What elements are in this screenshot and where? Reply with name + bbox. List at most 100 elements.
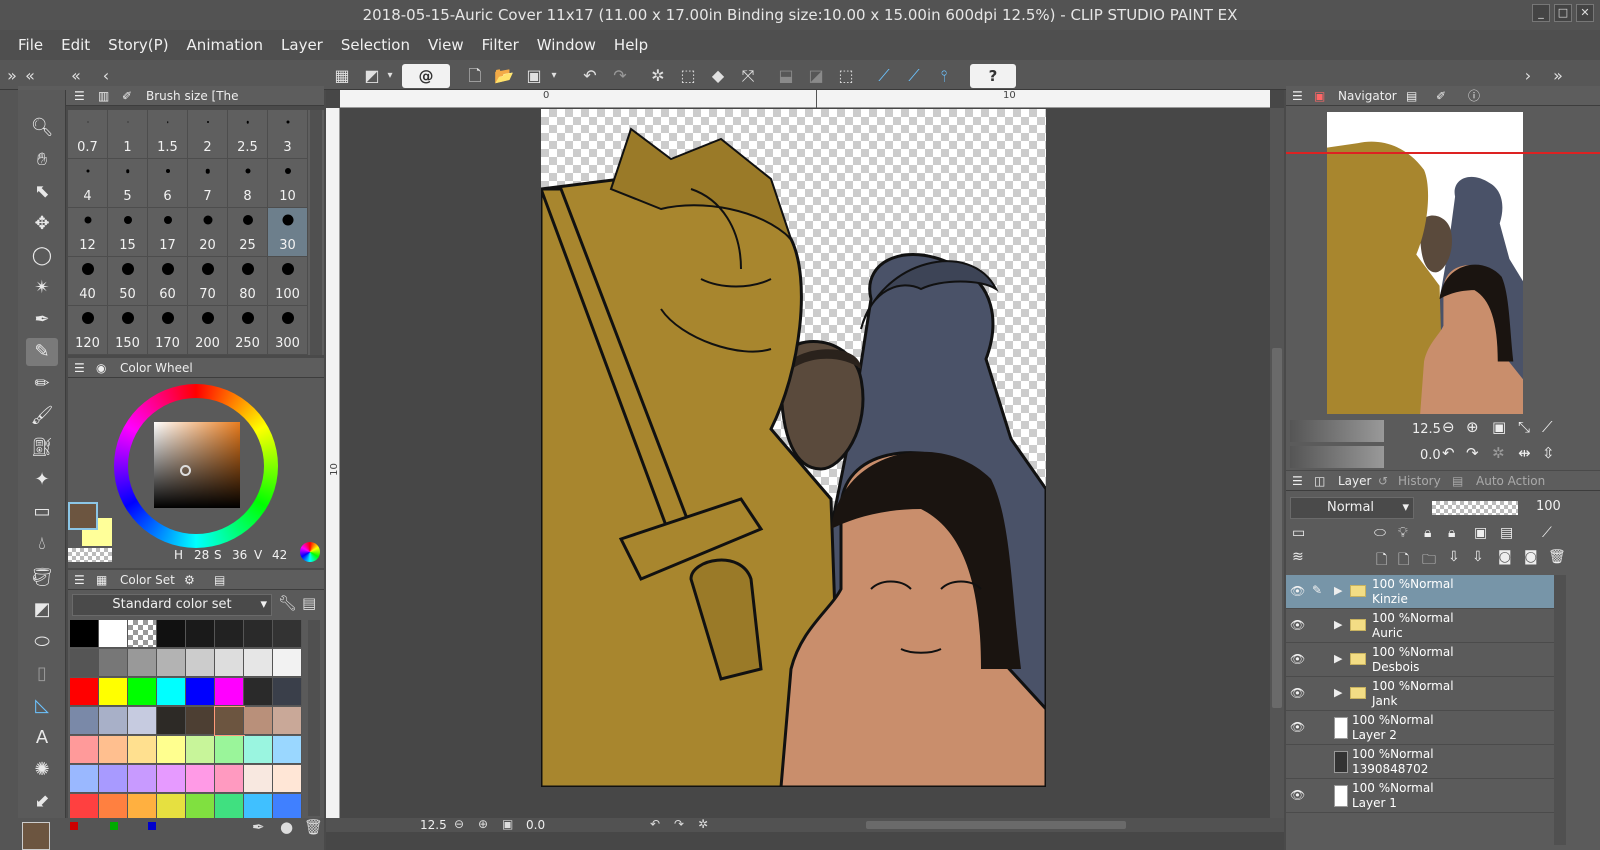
menu-selection[interactable]: Selection xyxy=(333,36,418,54)
nav-flip-h-icon[interactable]: ⇹ xyxy=(1518,444,1531,462)
color-swatch[interactable] xyxy=(244,649,273,677)
merge-down-icon[interactable]: ⇩ xyxy=(1472,549,1484,565)
canvas-zoom-value[interactable]: 12.5 xyxy=(420,818,447,832)
panel-menu-icon[interactable]: ☰ xyxy=(1292,471,1303,491)
brush-size-cell[interactable]: 200 xyxy=(188,306,228,355)
correct-line-tool-icon[interactable]: ⬋ xyxy=(26,788,58,816)
brush-size-cell[interactable]: 50 xyxy=(108,257,148,306)
color-swatch[interactable] xyxy=(128,707,157,735)
panel-next-icon[interactable]: › xyxy=(1520,65,1536,87)
color-swatch[interactable] xyxy=(157,649,186,677)
ruler-tool-icon[interactable]: ◺ xyxy=(26,692,58,720)
frame-tool-icon[interactable]: ▯ xyxy=(26,660,58,688)
draft-layer-icon[interactable]: ▤ xyxy=(1500,525,1513,541)
color-swatch[interactable] xyxy=(70,707,99,735)
snap-ruler-icon[interactable]: ⟋ xyxy=(872,65,896,87)
opacity-value[interactable]: 100 xyxy=(1536,499,1561,514)
lock-icon[interactable]: 🔒︎ xyxy=(1424,525,1431,541)
color-swatch[interactable] xyxy=(215,649,244,677)
blend-tool-icon[interactable]: 💧︎ xyxy=(26,530,58,558)
rotation-slider[interactable] xyxy=(1290,446,1384,468)
invert-selection-icon[interactable]: ◪ xyxy=(804,65,828,87)
new-raster-layer-icon[interactable]: 🗋 xyxy=(1376,549,1387,573)
rotate-left-icon[interactable]: ↶ xyxy=(650,817,660,831)
fill-tool-icon[interactable]: 🪣︎ xyxy=(26,564,58,592)
transform-icon[interactable]: ⤧ xyxy=(736,65,760,87)
layer-extra-icon[interactable]: ⟋ xyxy=(1542,525,1552,541)
menu-layer[interactable]: Layer xyxy=(273,36,331,54)
reference-layer-icon[interactable]: 💡︎ xyxy=(1398,525,1408,541)
brush-size-cell[interactable]: 7 xyxy=(188,159,228,208)
color-swatch[interactable] xyxy=(70,620,99,648)
color-set-tab-icon[interactable]: ▦ xyxy=(96,570,107,590)
hue-value[interactable]: 28 xyxy=(194,548,209,562)
brush-size-cell[interactable]: 300 xyxy=(268,306,308,355)
color-swatch[interactable] xyxy=(128,649,157,677)
trash-icon[interactable]: 🗑︎ xyxy=(304,818,323,836)
brush-size-cell[interactable]: 1 xyxy=(108,110,148,159)
vertical-ruler[interactable]: 10 xyxy=(326,108,340,818)
layer-color-icon[interactable]: ▭ xyxy=(1292,525,1305,541)
color-swatch[interactable] xyxy=(99,620,128,648)
balloon-tool-icon[interactable]: ✺ xyxy=(26,756,58,784)
red-mini-swatch[interactable] xyxy=(70,822,78,830)
brush-size-cell[interactable]: 17 xyxy=(148,208,188,257)
color-swatch[interactable] xyxy=(273,765,302,793)
color-swatch[interactable] xyxy=(157,678,186,706)
color-swatch[interactable] xyxy=(70,678,99,706)
auto-action-tab-label[interactable]: Auto Action xyxy=(1476,471,1545,491)
blend-mode-select[interactable]: Normal ▾ xyxy=(1290,497,1414,519)
zoom-tool-icon[interactable]: 🔍︎ xyxy=(26,114,58,142)
color-set-edit-icon[interactable]: ▤ xyxy=(302,594,316,612)
menu-file[interactable]: File xyxy=(10,36,51,54)
save-icon[interactable]: ▣ xyxy=(522,65,546,87)
history-tab-icon[interactable]: ↺ xyxy=(1378,471,1388,491)
transfer-down-icon[interactable]: ⇩ xyxy=(1448,549,1460,565)
color-swatch[interactable] xyxy=(99,649,128,677)
collapse-left-icon[interactable]: « xyxy=(22,65,38,87)
tool-property-tab-icon[interactable]: ✐ xyxy=(1436,86,1446,106)
move-layer-tool-icon[interactable]: ✥ xyxy=(26,210,58,238)
undo-icon[interactable]: ↶ xyxy=(578,65,602,87)
navigator-view-frame[interactable] xyxy=(1286,152,1600,154)
approximate-color-tab-icon[interactable]: ▤ xyxy=(214,570,225,590)
color-swatch[interactable] xyxy=(99,678,128,706)
horizontal-scroll-thumb[interactable] xyxy=(866,821,1126,829)
menu-animation[interactable]: Animation xyxy=(179,36,271,54)
color-swatch[interactable] xyxy=(70,765,99,793)
pen-tool-icon[interactable]: ✎ xyxy=(26,338,58,366)
navigator-preview[interactable] xyxy=(1327,112,1523,414)
brush-size-cell[interactable]: 250 xyxy=(228,306,268,355)
dropdown-icon[interactable]: ▾ xyxy=(384,65,396,87)
figure-tool-icon[interactable]: ⬭ xyxy=(26,628,58,656)
fill-icon[interactable]: ◆ xyxy=(706,65,730,87)
layer-list-scrollbar[interactable] xyxy=(1554,575,1566,845)
mask-icon[interactable]: ▣ xyxy=(1474,525,1487,541)
brush-size-cell[interactable]: 60 xyxy=(148,257,188,306)
zoom-slider[interactable] xyxy=(1290,420,1384,442)
vertical-scroll-thumb[interactable] xyxy=(1272,348,1282,708)
nav-reset-rotation-icon[interactable]: ✲ xyxy=(1492,444,1505,462)
brush-size-cell[interactable]: 2.5 xyxy=(228,110,268,159)
maximize-icon[interactable]: □ xyxy=(1554,4,1572,22)
zoom-out-icon[interactable]: ⊖ xyxy=(454,817,464,831)
nav-zoom-in-icon[interactable]: ⊕ xyxy=(1466,418,1479,436)
color-marker[interactable] xyxy=(180,465,191,476)
brush-size-cell[interactable]: 5 xyxy=(108,159,148,208)
reset-rotation-icon[interactable]: ✲ xyxy=(698,817,708,831)
snap-grid-icon[interactable]: ⫯ xyxy=(932,65,956,87)
layer-stack-icon[interactable]: ≋ xyxy=(1292,549,1304,565)
layer-row[interactable]: 👁︎ ▶ 100 %Normal Jank xyxy=(1286,677,1554,711)
eye-icon[interactable]: 👁︎ xyxy=(1290,720,1306,734)
nav-flip-v-icon[interactable]: ⇳ xyxy=(1542,444,1555,462)
layer-row[interactable]: 👁︎ ✎ ▶ 100 %Normal Kinzie xyxy=(1286,575,1554,609)
color-swatch[interactable] xyxy=(215,765,244,793)
eye-icon[interactable]: 👁︎ xyxy=(1290,652,1306,666)
brush-size-cell[interactable]: 3 xyxy=(268,110,308,159)
brush-size-cell[interactable]: 170 xyxy=(148,306,188,355)
eye-icon[interactable]: 👁︎ xyxy=(1290,788,1306,802)
auto-select-tool-icon[interactable]: ✴ xyxy=(26,274,58,302)
lock-transparency-icon[interactable]: 🔒︎ xyxy=(1448,525,1455,541)
fit-view-icon[interactable]: ▣ xyxy=(502,817,513,831)
color-swatch[interactable] xyxy=(186,707,215,735)
